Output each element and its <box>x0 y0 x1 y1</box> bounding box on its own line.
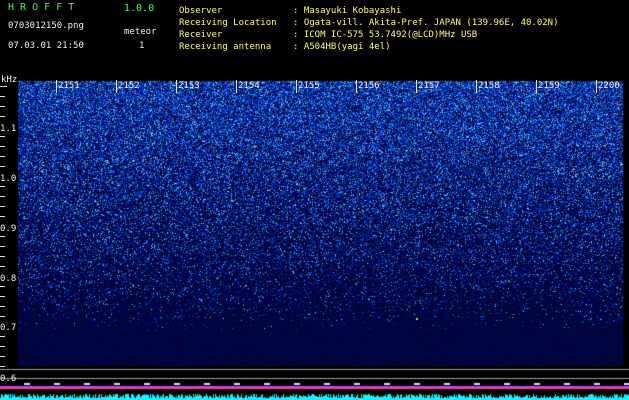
y-tick <box>0 346 5 347</box>
y-tick <box>0 236 5 237</box>
minute-tick <box>416 80 417 93</box>
info-value-observer: : Masayuki Kobayashi <box>293 6 402 16</box>
y-tick <box>0 306 5 307</box>
y-tick <box>0 366 5 367</box>
minute-tick <box>596 80 597 93</box>
minute-tick <box>176 80 177 93</box>
y-tick <box>0 336 5 337</box>
spectrogram-canvas <box>0 76 629 400</box>
y-axis-unit: kHz <box>1 75 18 85</box>
y-tick <box>0 216 5 217</box>
time-label-2156: 2156 <box>358 81 380 91</box>
detector-label: meteor <box>124 27 157 37</box>
time-label-2155: 2155 <box>298 81 320 91</box>
minute-tick <box>296 80 297 93</box>
y-tick-label-1-1: 1.1 <box>0 124 17 134</box>
y-tick-label-0-6: 0.6 <box>0 374 17 384</box>
y-tick-label-0-7: 0.7 <box>0 323 17 333</box>
y-tick <box>0 146 5 147</box>
y-tick <box>0 356 5 357</box>
info-value-receiver: : ICOM IC-575 53.7492(@LCD)MHz USB <box>293 30 478 40</box>
y-tick <box>0 296 5 297</box>
time-label-2151: 2151 <box>58 81 80 91</box>
y-tick <box>0 316 5 317</box>
y-tick-label-1-0: 1.0 <box>0 174 17 184</box>
y-tick <box>0 186 5 187</box>
minute-tick <box>116 80 117 93</box>
minute-tick <box>56 80 57 93</box>
y-tick <box>0 166 5 167</box>
time-label-2159: 2159 <box>538 81 560 91</box>
y-tick <box>0 246 5 247</box>
y-tick <box>0 266 5 267</box>
info-label-location: Receiving Location <box>179 18 277 28</box>
y-tick <box>0 196 5 197</box>
info-label-receiver: Receiver <box>179 30 223 40</box>
y-tick <box>0 136 5 137</box>
y-tick <box>0 86 7 87</box>
info-label-observer: Observer <box>179 6 223 16</box>
y-tick <box>0 96 5 97</box>
y-tick-label-0-8: 0.8 <box>0 274 17 284</box>
file-datetime: 07.03.01 21:50 <box>8 41 84 51</box>
time-label-2157: 2157 <box>418 81 440 91</box>
info-value-location: : Ogata-vill. Akita-Pref. JAPAN (139.96E… <box>293 18 559 28</box>
y-tick <box>0 206 5 207</box>
app-title: H R O F F T <box>8 2 75 13</box>
info-label-antenna: Receiving antenna <box>179 42 272 52</box>
file-name: 0703012150.png <box>8 21 84 31</box>
time-label-2152: 2152 <box>118 81 140 91</box>
app-version: 1.0.0 <box>124 3 155 14</box>
y-tick <box>0 106 5 107</box>
info-value-antenna: : A504HB(yagi 4el) <box>293 42 391 52</box>
time-label-2158: 2158 <box>478 81 500 91</box>
detector-count: 1 <box>139 41 145 51</box>
time-label-2200: 2200 <box>598 81 620 91</box>
y-tick <box>0 156 5 157</box>
y-tick <box>0 116 5 117</box>
minute-tick <box>536 80 537 93</box>
y-tick-label-0-9: 0.9 <box>0 224 17 234</box>
minute-tick <box>236 80 237 93</box>
y-tick <box>0 256 5 257</box>
minute-tick <box>476 80 477 93</box>
y-tick <box>0 286 5 287</box>
time-label-2153: 2153 <box>178 81 200 91</box>
time-label-2154: 2154 <box>238 81 260 91</box>
minute-tick <box>356 80 357 93</box>
